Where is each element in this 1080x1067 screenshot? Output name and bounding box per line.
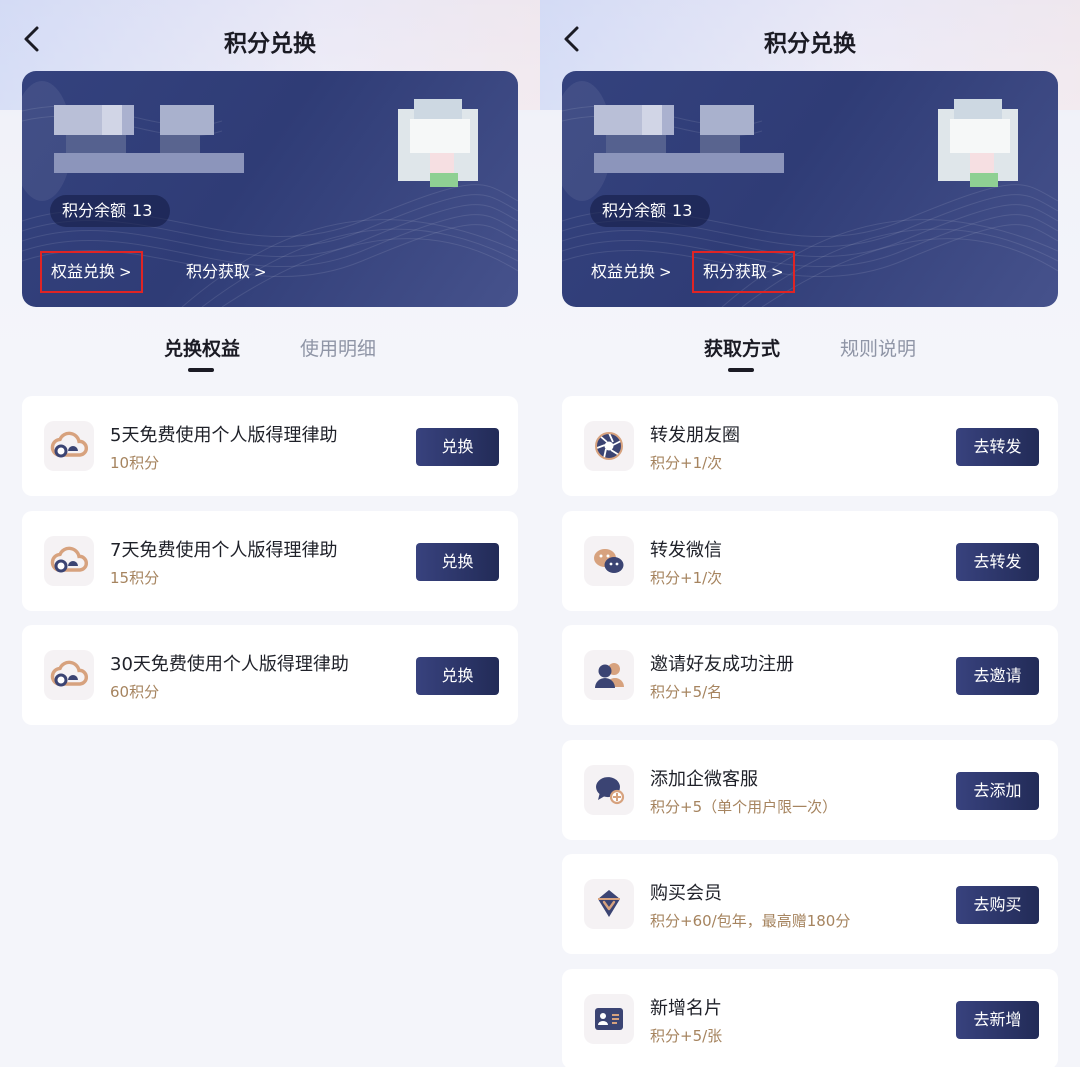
- tab-rules[interactable]: 规则说明: [840, 334, 916, 361]
- balance-value: 13: [132, 201, 153, 220]
- tab-active-indicator: [728, 368, 754, 372]
- user-avatar-blurred[interactable]: [390, 99, 486, 195]
- redeem-button[interactable]: 兑换: [416, 428, 499, 466]
- list-item: 7天免费使用个人版得理律助 15积分 兑换: [22, 511, 518, 611]
- buy-membership-button[interactable]: 去购买: [956, 886, 1039, 924]
- list-item: 添加企微客服 积分+5（单个用户限一次） 去添加: [562, 740, 1058, 840]
- list-item: 新增名片 积分+5/张 去新增: [562, 969, 1058, 1067]
- chevron-right-icon: >: [254, 263, 267, 281]
- camera-aperture-icon: [584, 421, 634, 471]
- points-card: 积分余额 13 权益兑换 > 积分获取 >: [562, 71, 1058, 307]
- diamond-icon: [584, 879, 634, 929]
- points-balance-badge: 积分余额 13: [590, 195, 711, 227]
- redeem-benefits-link[interactable]: 权益兑换 >: [40, 251, 143, 293]
- item-title: 5天免费使用个人版得理律助: [110, 425, 338, 446]
- tab-bar: 兑换权益 使用明细: [0, 334, 540, 378]
- add-service-button[interactable]: 去添加: [956, 772, 1039, 810]
- cloud-icon: [44, 650, 94, 700]
- username-blurred: [54, 105, 244, 177]
- balance-value: 13: [672, 201, 693, 220]
- list-item: 5天免费使用个人版得理律助 10积分 兑换: [22, 396, 518, 496]
- list-item: 购买会员 积分+60/包年，最高赠180分 去购买: [562, 854, 1058, 954]
- share-wechat-button[interactable]: 去转发: [956, 543, 1039, 581]
- item-points: 积分+5（单个用户限一次）: [650, 798, 838, 816]
- balance-label: 积分余额: [602, 201, 667, 220]
- invite-button[interactable]: 去邀请: [956, 657, 1039, 695]
- item-points: 积分+5/张: [650, 1027, 723, 1045]
- item-title: 转发朋友圈: [650, 425, 740, 446]
- tab-redeem-benefits[interactable]: 兑换权益: [164, 334, 240, 361]
- item-title: 购买会员: [650, 883, 722, 904]
- list-item: 转发微信 积分+1/次 去转发: [562, 511, 1058, 611]
- item-points: 10积分: [110, 454, 160, 472]
- list-item: 转发朋友圈 积分+1/次 去转发: [562, 396, 1058, 496]
- redeem-benefits-link[interactable]: 权益兑换 >: [580, 251, 683, 293]
- chevron-right-icon: >: [119, 263, 132, 281]
- earn-points-label: 积分获取: [186, 262, 251, 281]
- wechat-icon: [584, 536, 634, 586]
- redeem-button[interactable]: 兑换: [416, 543, 499, 581]
- item-points: 60积分: [110, 683, 160, 701]
- item-title: 新增名片: [650, 998, 722, 1019]
- tab-bar: 获取方式 规则说明: [540, 334, 1080, 378]
- earn-points-link[interactable]: 积分获取 >: [692, 251, 795, 293]
- tab-active-indicator: [188, 368, 214, 372]
- user-avatar-blurred[interactable]: [930, 99, 1026, 195]
- points-card: 积分余额 13 权益兑换 > 积分获取 >: [22, 71, 518, 307]
- earn-points-screen: 积分兑换 积分余额 13 权益兑换 > 积分获取 > 获取方式 规则说明 转发朋…: [540, 0, 1080, 1067]
- tab-usage-details[interactable]: 使用明细: [300, 334, 376, 361]
- nav-bar: 积分兑换: [0, 0, 540, 78]
- cloud-icon: [44, 421, 94, 471]
- add-card-button[interactable]: 去新增: [956, 1001, 1039, 1039]
- business-card-icon: [584, 994, 634, 1044]
- item-title: 7天免费使用个人版得理律助: [110, 540, 338, 561]
- redeem-benefits-label: 权益兑换: [51, 262, 116, 281]
- customer-service-chat-icon: [584, 765, 634, 815]
- chevron-right-icon: >: [659, 263, 672, 281]
- item-points: 15积分: [110, 569, 160, 587]
- redeem-benefits-screen: 积分兑换 积分余额 13 权益兑换 > 积分获取 > 兑换权益 使用明细 5天免…: [0, 0, 540, 1067]
- earn-points-link[interactable]: 积分获取 >: [175, 251, 278, 293]
- invite-friends-icon: [584, 650, 634, 700]
- item-title: 添加企微客服: [650, 769, 758, 790]
- chevron-right-icon: >: [771, 263, 784, 281]
- page-title: 积分兑换: [764, 31, 856, 57]
- points-balance-badge: 积分余额 13: [50, 195, 171, 227]
- balance-label: 积分余额: [62, 201, 127, 220]
- username-blurred: [594, 105, 784, 177]
- cloud-icon: [44, 536, 94, 586]
- item-points: 积分+1/次: [650, 454, 723, 472]
- card-links: 权益兑换 > 积分获取 >: [40, 251, 510, 293]
- item-points: 积分+60/包年，最高赠180分: [650, 912, 851, 930]
- item-points: 积分+1/次: [650, 569, 723, 587]
- nav-bar: 积分兑换: [540, 0, 1080, 78]
- share-moments-button[interactable]: 去转发: [956, 428, 1039, 466]
- list-item: 邀请好友成功注册 积分+5/名 去邀请: [562, 625, 1058, 725]
- redeem-benefits-label: 权益兑换: [591, 262, 656, 281]
- tab-earn-methods[interactable]: 获取方式: [704, 334, 780, 361]
- list-item: 30天免费使用个人版得理律助 60积分 兑换: [22, 625, 518, 725]
- redeem-button[interactable]: 兑换: [416, 657, 499, 695]
- item-title: 转发微信: [650, 540, 722, 561]
- card-links: 权益兑换 > 积分获取 >: [580, 251, 1050, 293]
- item-points: 积分+5/名: [650, 683, 723, 701]
- item-title: 30天免费使用个人版得理律助: [110, 654, 349, 675]
- item-title: 邀请好友成功注册: [650, 654, 794, 675]
- page-title: 积分兑换: [224, 31, 316, 57]
- earn-points-label: 积分获取: [703, 262, 768, 281]
